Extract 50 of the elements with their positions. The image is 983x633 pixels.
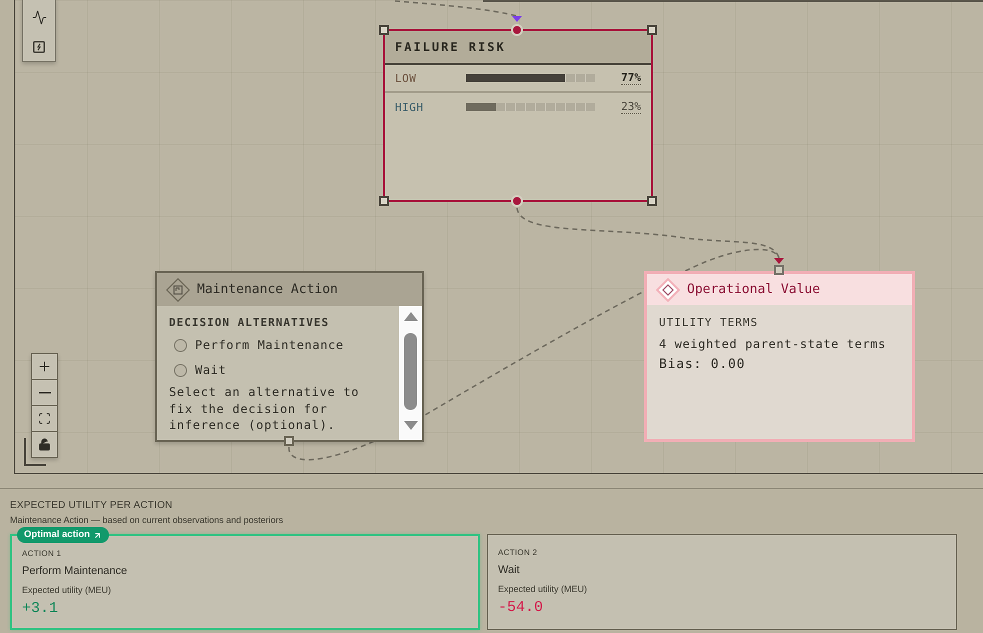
resize-handle[interactable] <box>379 25 389 35</box>
panel-title: EXPECTED UTILITY PER ACTION <box>10 500 174 512</box>
alternative-label[interactable]: Perform Maintenance <box>195 338 344 352</box>
node-title: Operational Value <box>687 282 820 298</box>
plus-icon <box>37 359 52 374</box>
optimal-action-badge[interactable]: Optimal action <box>17 527 109 543</box>
node-title: FAILURE RISK <box>395 40 506 54</box>
fit-view-icon <box>38 412 51 425</box>
radio-button[interactable] <box>174 364 187 376</box>
resize-handle[interactable] <box>647 196 657 206</box>
scrollbar[interactable] <box>399 306 422 440</box>
action-name: Wait <box>498 563 521 577</box>
action-name: Perform Maintenance <box>22 564 128 578</box>
panel-subtitle: Maintenance Action — based on current observations and posteriors <box>10 514 284 526</box>
corner-bracket-icon <box>24 438 46 466</box>
scrollbar-thumb[interactable] <box>404 333 417 410</box>
scroll-down-arrow-icon[interactable] <box>404 421 418 430</box>
scroll-up-arrow-icon[interactable] <box>404 312 418 321</box>
node-title: Maintenance Action <box>197 282 338 298</box>
state-label: LOW <box>395 72 418 84</box>
bias-text: Bias: 0.00 <box>659 357 746 373</box>
utility-label: Expected utility (MEU) <box>22 584 112 596</box>
connection-port[interactable] <box>284 436 294 446</box>
resize-handle[interactable] <box>647 25 657 35</box>
lightning-square-icon <box>33 41 45 53</box>
pulse-icon <box>32 10 46 24</box>
section-label: UTILITY TERMS <box>659 316 760 330</box>
unlocked-padlock-icon <box>38 438 51 451</box>
radio-button[interactable] <box>174 338 187 352</box>
failure-risk-node[interactable]: FAILURE RISK LOW 77% HIGH 23% <box>383 29 653 202</box>
minus-icon <box>38 392 50 394</box>
utility-value: -54.0 <box>498 599 544 617</box>
utility-value: +3.1 <box>22 600 60 618</box>
hint-text: Select an alternative to fix the decision for inference (optional). <box>169 384 360 434</box>
diamond-icon <box>656 278 680 302</box>
percent-reading: 77% <box>621 71 641 85</box>
resize-handle[interactable] <box>379 196 389 206</box>
action-index: ACTION 1 <box>22 549 62 559</box>
alternative-label[interactable]: Wait <box>195 362 226 378</box>
state-label: HIGH <box>395 100 424 114</box>
decision-node[interactable]: Maintenance Action DECISION ALTERNATIVES Perform Maintenance Wait Select an alternative to fix the decision for inference (optional). <box>155 271 424 442</box>
connection-port[interactable] <box>774 265 784 275</box>
percent-reading: 23% <box>621 100 641 114</box>
arrow-up-right-icon <box>92 530 102 540</box>
section-label: DECISION ALTERNATIVES <box>169 316 330 330</box>
action-index: ACTION 2 <box>498 548 538 558</box>
terms-text: 4 weighted parent-state terms <box>659 337 887 351</box>
diamond-icon <box>166 278 190 302</box>
utility-node[interactable]: Operational Value UTILITY TERMS 4 weighted parent-state terms Bias: 0.00 <box>644 271 915 442</box>
utility-label: Expected utility (MEU) <box>498 583 588 595</box>
